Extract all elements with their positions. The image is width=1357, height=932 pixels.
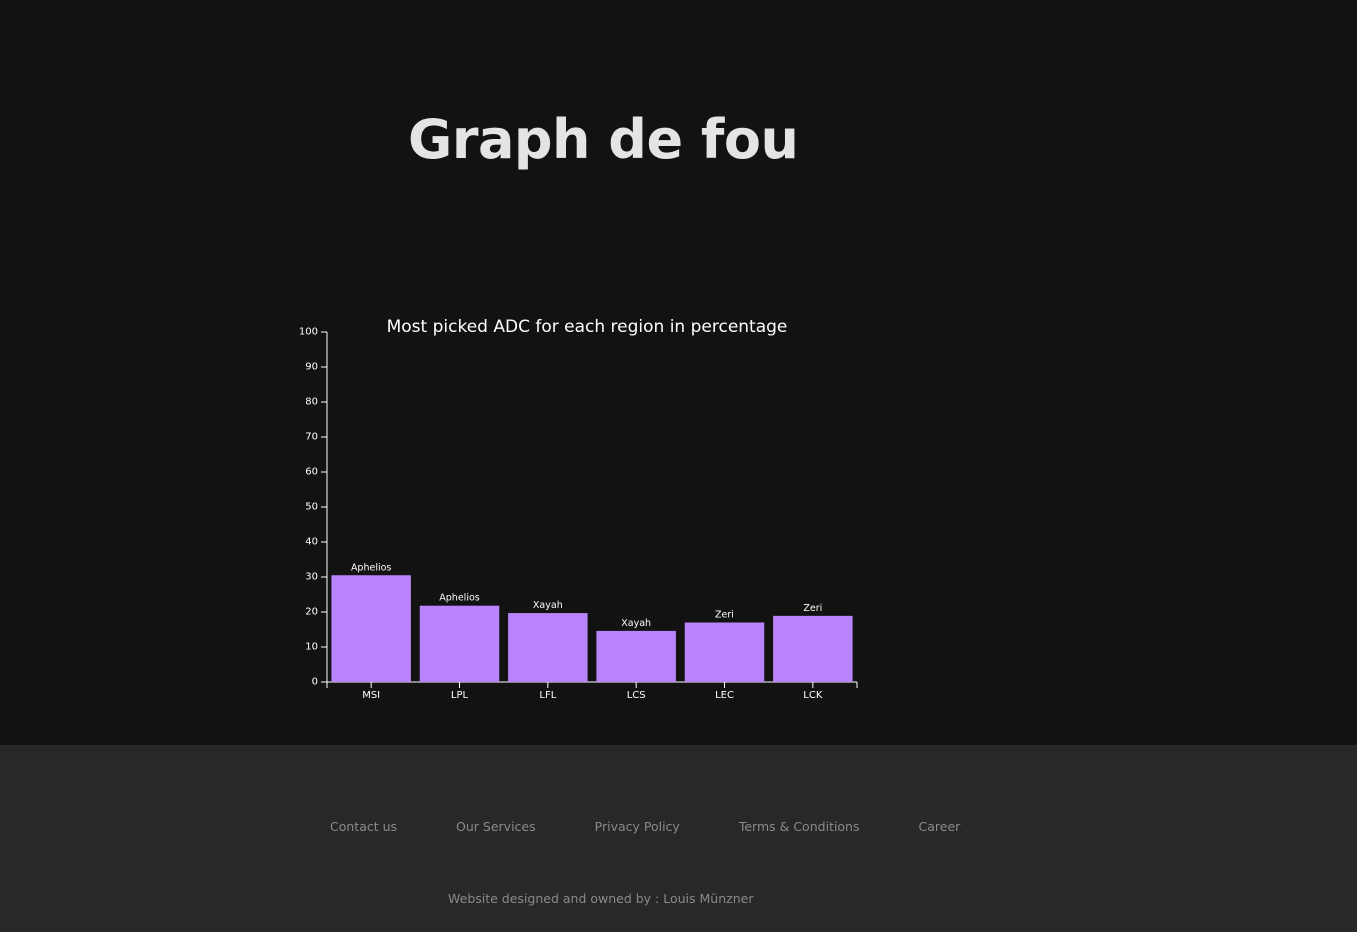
bar [508, 613, 588, 682]
y-tick-label: 20 [305, 607, 318, 618]
x-tick-label: MSI [362, 690, 380, 701]
bar-chart: Most picked ADC for each region in perce… [290, 305, 890, 715]
bar [596, 630, 676, 682]
page-header: Graph de fou [0, 0, 1357, 300]
page-title: Graph de fou [408, 108, 799, 171]
footer: Contact us Our Services Privacy Policy T… [0, 745, 1357, 932]
footer-link-services[interactable]: Our Services [456, 819, 536, 834]
footer-link-privacy[interactable]: Privacy Policy [595, 819, 680, 834]
x-tick-label: LPL [451, 690, 469, 701]
bar-label: Zeri [803, 603, 822, 614]
footer-nav: Contact us Our Services Privacy Policy T… [330, 819, 1019, 834]
bar-label: Zeri [715, 610, 734, 621]
bar [684, 622, 765, 682]
y-tick-label: 90 [305, 362, 318, 373]
footer-link-career[interactable]: Career [919, 819, 961, 834]
bar-label: Aphelios [439, 593, 479, 604]
footer-link-contact[interactable]: Contact us [330, 819, 397, 834]
y-tick-label: 0 [312, 677, 318, 688]
bars-group [331, 575, 853, 682]
y-axis: 0 10 20 30 40 50 60 70 80 90 100 [299, 327, 328, 688]
footer-link-terms[interactable]: Terms & Conditions [739, 819, 860, 834]
x-tick-label: LEC [715, 690, 734, 701]
bar [773, 615, 853, 682]
bar-label: Aphelios [351, 562, 391, 573]
chart-title: Most picked ADC for each region in perce… [387, 317, 788, 337]
bar-label: Xayah [621, 618, 651, 629]
y-tick-label: 70 [305, 432, 318, 443]
y-tick-label: 100 [299, 327, 318, 338]
x-axis: MSI LPL LFL LCS LEC LCK [327, 681, 858, 701]
y-tick-label: 80 [305, 397, 318, 408]
x-tick-label: LFL [539, 690, 556, 701]
x-tick-label: LCK [803, 690, 823, 701]
x-tick-label: LCS [627, 690, 646, 701]
y-tick-label: 50 [305, 502, 318, 513]
bar [331, 575, 411, 682]
y-tick-label: 60 [305, 467, 318, 478]
bar-label: Xayah [533, 600, 563, 611]
chart-svg: Most picked ADC for each region in perce… [299, 317, 858, 701]
bar [419, 605, 500, 682]
footer-credit: Website designed and owned by : Louis Mü… [448, 891, 754, 906]
y-tick-label: 30 [305, 572, 318, 583]
y-tick-label: 40 [305, 537, 318, 548]
y-tick-label: 10 [305, 642, 318, 653]
